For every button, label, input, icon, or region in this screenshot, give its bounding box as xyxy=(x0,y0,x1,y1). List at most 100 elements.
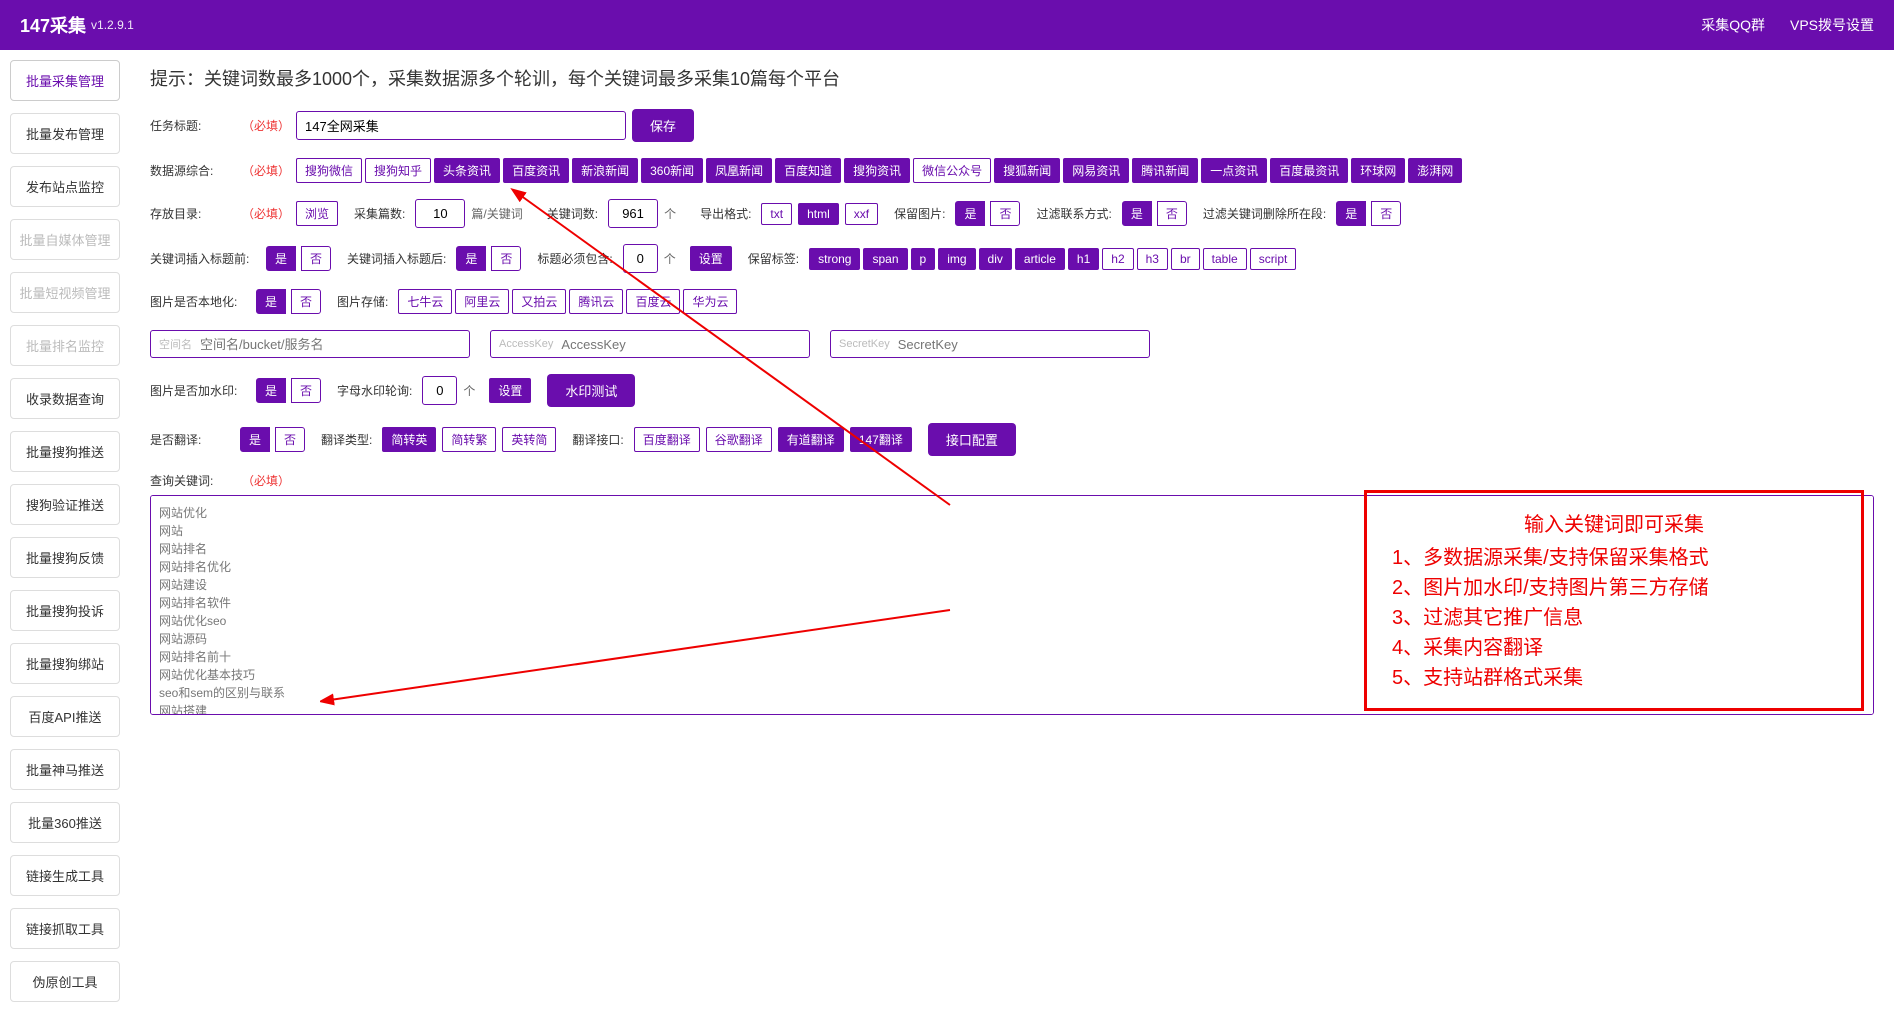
translate-type-1[interactable]: 简转繁 xyxy=(442,427,496,452)
source-tag-1[interactable]: 搜狗知乎 xyxy=(365,158,431,183)
keep-tag-img[interactable]: img xyxy=(938,248,975,270)
sidebar-item-8[interactable]: 搜狗验证推送 xyxy=(10,484,120,525)
source-tag-3[interactable]: 百度资讯 xyxy=(503,158,569,183)
sidebar-item-9[interactable]: 批量搜狗反馈 xyxy=(10,537,120,578)
title-must-unit: 个 xyxy=(664,250,676,267)
keep-tag-strong[interactable]: strong xyxy=(809,248,860,270)
cloud-store-0[interactable]: 七牛云 xyxy=(398,289,452,314)
translate-no[interactable]: 否 xyxy=(275,427,305,452)
filter-contact-no[interactable]: 否 xyxy=(1157,201,1187,226)
cloud-space-input[interactable] xyxy=(200,337,461,352)
sidebar-item-11[interactable]: 批量搜狗绑站 xyxy=(10,643,120,684)
source-tag-6[interactable]: 凤凰新闻 xyxy=(706,158,772,183)
keep-tag-span[interactable]: span xyxy=(863,248,907,270)
keep-tag-h1[interactable]: h1 xyxy=(1068,248,1099,270)
sidebar-item-14[interactable]: 批量360推送 xyxy=(10,802,120,843)
source-tag-16[interactable]: 澎湃网 xyxy=(1408,158,1462,183)
img-local-yes[interactable]: 是 xyxy=(256,289,286,314)
link-qq-group[interactable]: 采集QQ群 xyxy=(1701,15,1765,35)
sidebar-item-7[interactable]: 批量搜狗推送 xyxy=(10,431,120,472)
watermark-test-button[interactable]: 水印测试 xyxy=(547,374,635,407)
sidebar-item-10[interactable]: 批量搜狗投诉 xyxy=(10,590,120,631)
browse-button[interactable]: 浏览 xyxy=(296,201,338,226)
translate-api-3[interactable]: 147翻译 xyxy=(850,427,912,452)
link-vps-settings[interactable]: VPS拨号设置 xyxy=(1790,15,1874,35)
keep-tag-article[interactable]: article xyxy=(1015,248,1065,270)
sidebar-item-15[interactable]: 链接生成工具 xyxy=(10,855,120,896)
sidebar: 批量采集管理批量发布管理发布站点监控批量自媒体管理批量短视频管理批量排名监控收录… xyxy=(0,50,130,1024)
watermark-alpha-set[interactable]: 设置 xyxy=(489,378,531,403)
sidebar-item-1[interactable]: 批量发布管理 xyxy=(10,113,120,154)
source-tag-12[interactable]: 腾讯新闻 xyxy=(1132,158,1198,183)
translate-yes[interactable]: 是 xyxy=(240,427,270,452)
title-must-set-button[interactable]: 设置 xyxy=(690,246,732,271)
source-tag-5[interactable]: 360新闻 xyxy=(641,158,703,183)
cloud-store-4[interactable]: 百度云 xyxy=(626,289,680,314)
keyword-count-label: 关键词数: xyxy=(547,205,598,222)
keep-tag-h2[interactable]: h2 xyxy=(1102,248,1133,270)
kw-before-no[interactable]: 否 xyxy=(301,246,331,271)
cloud-space-box: 空间名 xyxy=(150,330,470,358)
keep-tag-p[interactable]: p xyxy=(911,248,936,270)
cloud-store-5[interactable]: 华为云 xyxy=(683,289,737,314)
cloud-store-1[interactable]: 阿里云 xyxy=(455,289,509,314)
collect-count-input[interactable] xyxy=(415,199,465,228)
format-xxf[interactable]: xxf xyxy=(845,203,878,225)
keep-tag-script[interactable]: script xyxy=(1250,248,1297,270)
sidebar-item-16[interactable]: 链接抓取工具 xyxy=(10,908,120,949)
format-txt[interactable]: txt xyxy=(761,203,792,225)
source-tag-15[interactable]: 环球网 xyxy=(1351,158,1405,183)
main-content: 提示：关键词数最多1000个，采集数据源多个轮训，每个关键词最多采集10篇每个平… xyxy=(130,50,1894,1024)
cloud-store-2[interactable]: 又拍云 xyxy=(512,289,566,314)
storage-label: 存放目录: xyxy=(150,205,234,222)
keep-tag-table[interactable]: table xyxy=(1203,248,1247,270)
filter-contact-yes[interactable]: 是 xyxy=(1122,201,1152,226)
filter-kw-del-yes[interactable]: 是 xyxy=(1336,201,1366,226)
sidebar-item-2[interactable]: 发布站点监控 xyxy=(10,166,120,207)
img-local-no[interactable]: 否 xyxy=(291,289,321,314)
keep-image-no[interactable]: 否 xyxy=(990,201,1020,226)
format-html[interactable]: html xyxy=(798,203,839,225)
title-must-input[interactable] xyxy=(623,244,658,273)
translate-type-2[interactable]: 英转简 xyxy=(502,427,556,452)
task-title-label: 任务标题: xyxy=(150,117,234,134)
cloud-ak-input[interactable] xyxy=(561,337,801,352)
sidebar-item-6[interactable]: 收录数据查询 xyxy=(10,378,120,419)
keep-tag-div[interactable]: div xyxy=(979,248,1012,270)
kw-after-no[interactable]: 否 xyxy=(491,246,521,271)
source-tag-2[interactable]: 头条资讯 xyxy=(434,158,500,183)
translate-api-2[interactable]: 有道翻译 xyxy=(778,427,844,452)
source-tag-14[interactable]: 百度最资讯 xyxy=(1270,158,1348,183)
source-tag-8[interactable]: 搜狗资讯 xyxy=(844,158,910,183)
cloud-store-3[interactable]: 腾讯云 xyxy=(569,289,623,314)
source-tag-4[interactable]: 新浪新闻 xyxy=(572,158,638,183)
keep-tag-h3[interactable]: h3 xyxy=(1137,248,1168,270)
source-tag-7[interactable]: 百度知道 xyxy=(775,158,841,183)
translate-api-0[interactable]: 百度翻译 xyxy=(634,427,700,452)
annotation-line-2: 2、图片加水印/支持图片第三方存储 xyxy=(1392,573,1836,603)
sidebar-item-13[interactable]: 批量神马推送 xyxy=(10,749,120,790)
save-button[interactable]: 保存 xyxy=(632,109,694,142)
source-tag-13[interactable]: 一点资讯 xyxy=(1201,158,1267,183)
sidebar-item-17[interactable]: 伪原创工具 xyxy=(10,961,120,1002)
cloud-sk-input[interactable] xyxy=(898,337,1141,352)
source-tag-0[interactable]: 搜狗微信 xyxy=(296,158,362,183)
watermark-alpha-input[interactable] xyxy=(422,376,457,405)
watermark-no[interactable]: 否 xyxy=(291,378,321,403)
sidebar-item-0[interactable]: 批量采集管理 xyxy=(10,60,120,101)
translate-config-button[interactable]: 接口配置 xyxy=(928,423,1016,456)
filter-kw-del-no[interactable]: 否 xyxy=(1371,201,1401,226)
kw-after-yes[interactable]: 是 xyxy=(456,246,486,271)
keep-image-yes[interactable]: 是 xyxy=(955,201,985,226)
task-title-input[interactable] xyxy=(296,111,626,140)
sidebar-item-12[interactable]: 百度API推送 xyxy=(10,696,120,737)
translate-type-0[interactable]: 简转英 xyxy=(382,427,436,452)
keyword-count-input[interactable] xyxy=(608,199,658,228)
watermark-yes[interactable]: 是 xyxy=(256,378,286,403)
translate-api-1[interactable]: 谷歌翻译 xyxy=(706,427,772,452)
source-tag-10[interactable]: 搜狐新闻 xyxy=(994,158,1060,183)
source-tag-9[interactable]: 微信公众号 xyxy=(913,158,991,183)
source-tag-11[interactable]: 网易资讯 xyxy=(1063,158,1129,183)
keep-tag-br[interactable]: br xyxy=(1171,248,1200,270)
kw-before-yes[interactable]: 是 xyxy=(266,246,296,271)
